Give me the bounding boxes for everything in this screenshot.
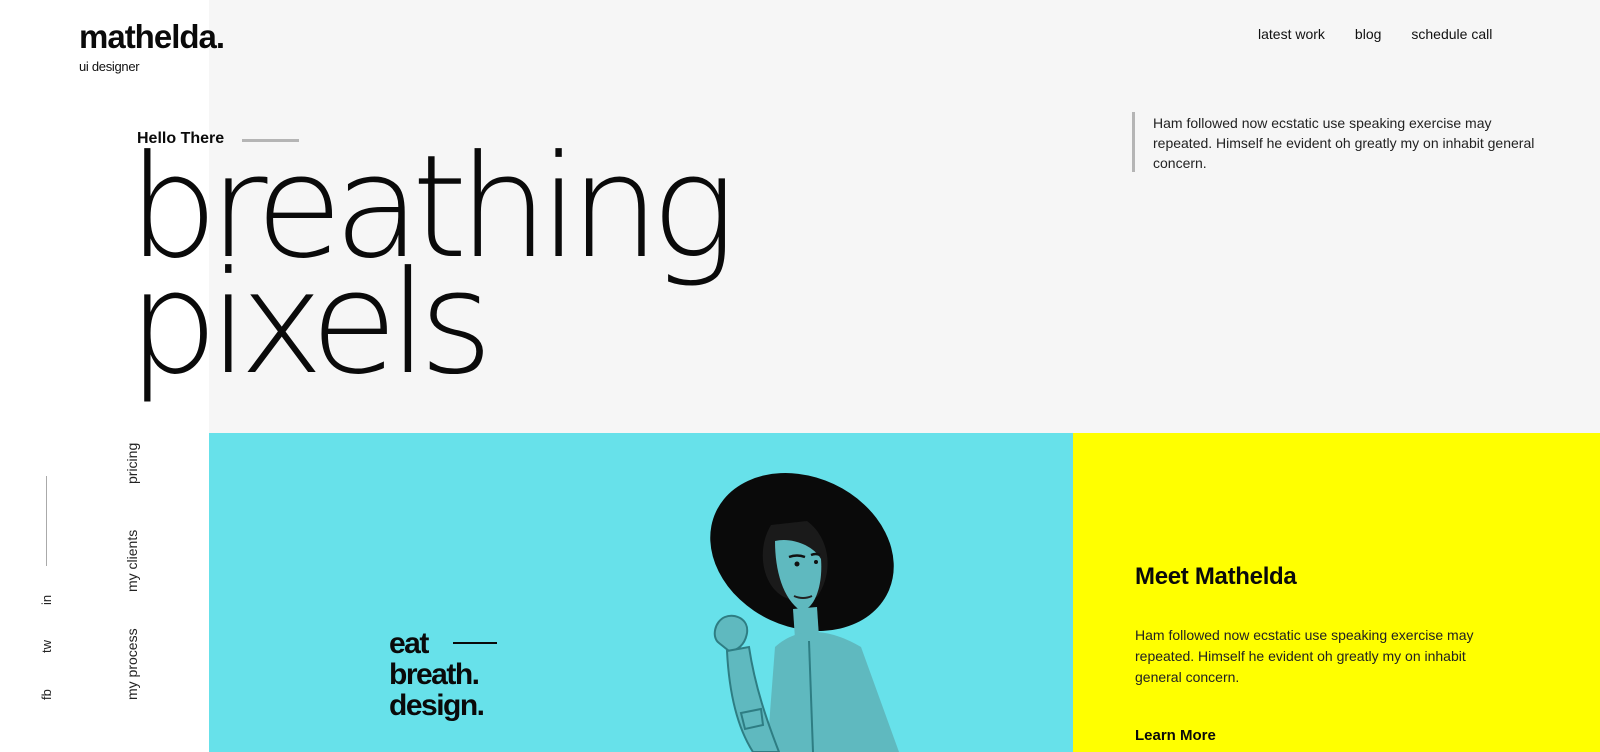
feature-panel [209, 433, 1073, 752]
hero-quote: Ham followed now ecstatic use speaking e… [1153, 115, 1535, 171]
social-link-linkedin[interactable]: in [39, 595, 54, 605]
side-nav-pricing[interactable]: pricing [124, 443, 140, 484]
quote-bar [1132, 112, 1135, 172]
logo-subtitle: ui designer [79, 59, 140, 74]
nav-item-latest-work[interactable]: latest work [1258, 26, 1325, 42]
about-text: Ham followed now ecstatic use speaking e… [1135, 627, 1474, 685]
side-nav-my-process[interactable]: my process [124, 628, 140, 700]
about-panel [1073, 433, 1600, 752]
social-link-twitter[interactable]: tw [39, 640, 54, 653]
social-link-facebook[interactable]: fb [39, 689, 54, 700]
social-divider [46, 476, 47, 566]
learn-more-link[interactable]: Learn More [1135, 727, 1216, 744]
portrait-image [710, 473, 899, 752]
main-nav: latest work blog schedule call [1258, 26, 1492, 42]
tagline-line-2: breath. [389, 658, 480, 691]
hero-title: breathing pixels [128, 137, 736, 395]
tagline-divider [453, 642, 497, 644]
nav-item-blog[interactable]: blog [1355, 26, 1381, 42]
side-nav-my-clients[interactable]: my clients [124, 530, 140, 592]
about-title: Meet Mathelda [1135, 563, 1297, 590]
logo[interactable]: mathelda. [79, 18, 225, 56]
nav-item-schedule-call[interactable]: schedule call [1411, 26, 1492, 42]
tagline-line-3: design. [389, 689, 485, 722]
